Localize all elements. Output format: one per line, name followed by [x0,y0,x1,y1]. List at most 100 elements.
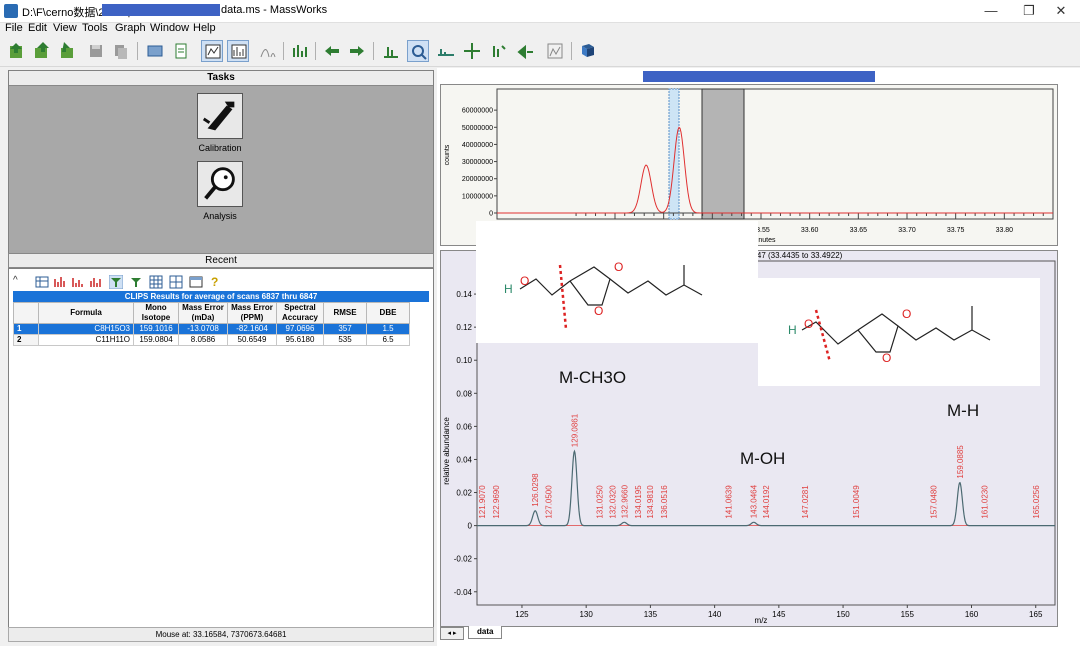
peak-mz-label: 161.0230 [981,485,990,519]
spectrum-compare-icon[interactable] [71,275,85,289]
row-index: 1 [13,323,39,335]
chromatogram-scroll-thumb[interactable] [643,71,875,82]
tab-nav-arrows[interactable]: ◂ ▸ [440,627,464,640]
chrom-x-tick-label: 33.70 [898,227,916,234]
chrom-y-tick-label: 0 [489,211,493,218]
menu-help[interactable]: Help [193,22,216,34]
row-index: 2 [13,334,39,346]
document-icon[interactable] [170,40,192,62]
formula-cell: C11H11O [38,334,134,346]
col-header-rmse[interactable]: RMSE [323,302,367,324]
tab-data[interactable]: data [468,626,503,639]
window-title-suffix: data.ms - MassWorks [221,4,328,16]
molecule-structure-1: H O O O [476,221,758,343]
spectrum-tabs: ◂ ▸ data [440,626,740,640]
zoom-icon[interactable] [407,40,429,62]
mass-error-ppm-cell: -82.1604 [227,323,277,335]
peak-pick-icon[interactable] [380,40,402,62]
spec-x-tick-label: 155 [901,610,915,619]
save-icon[interactable] [85,40,107,62]
help-book-icon[interactable] [577,40,599,62]
window-icon[interactable] [189,275,203,289]
menu-file[interactable]: File [5,22,23,34]
table-header-row: Formula Mono Isotope Mass Error (mDa) Ma… [13,302,410,324]
import-icon[interactable] [31,40,53,62]
view-spectrum-icon[interactable] [227,40,249,62]
col-header-formula[interactable]: Formula [38,302,134,324]
spec-y-tick-label: 0.02 [456,489,472,498]
chrom-x-tick-label: 33.60 [801,227,819,234]
atom-o: O [882,351,891,365]
menu-tools[interactable]: Tools [82,22,108,34]
calibrate-icon[interactable] [289,40,311,62]
analysis-button[interactable] [197,161,243,207]
menu-view[interactable]: View [53,22,77,34]
arrow-right-icon[interactable] [346,40,368,62]
peak-mz-label: 165.0256 [1032,485,1041,519]
table-icon[interactable] [35,275,49,289]
tic-icon[interactable] [544,40,566,62]
calibration-label: Calibration [198,143,242,153]
filter-alt-icon[interactable] [129,275,143,289]
recent-header[interactable]: Recent [8,253,434,268]
spec-y-tick-label: 0.10 [456,356,472,365]
menu-bar: File Edit View Tools Graph Window Help [0,22,1080,36]
crosshair-icon[interactable] [461,40,483,62]
grid-alt-icon[interactable] [169,275,183,289]
menu-window[interactable]: Window [150,22,189,34]
rmse-cell: 535 [323,334,367,346]
export-icon[interactable] [56,40,78,62]
close-button[interactable]: ✕ [1038,0,1080,22]
collapse-icon[interactable]: ^ [13,275,27,289]
shift-icon[interactable] [515,40,537,62]
peak-selection[interactable] [701,88,745,220]
spec-x-tick-label: 150 [836,610,850,619]
col-header-spectral-accuracy[interactable]: Spectral Accuracy [276,302,324,324]
spec-y-tick-label: 0.08 [456,389,472,398]
col-header-mass-error-mda[interactable]: Mass Error (mDa) [178,302,228,324]
analysis-label: Analysis [203,211,237,221]
view-data-icon[interactable] [201,40,223,62]
peak-mz-label: 132.0320 [608,485,617,519]
layers-icon[interactable] [144,40,166,62]
menu-graph[interactable]: Graph [115,22,146,34]
col-header-mono-isotope[interactable]: Mono Isotope [133,302,179,324]
spectrum-overlay-icon[interactable] [89,275,103,289]
peak-mz-label: 122.9690 [492,485,501,519]
table-row[interactable]: 2 C11H11O 159.0804 8.0586 50.6549 95.618… [13,334,410,346]
col-header-index[interactable] [13,302,39,324]
peak-mz-label: 132.9660 [620,484,629,518]
table-row[interactable]: 1 C8H15O3 159.1016 -13.0708 -82.1604 97.… [13,323,410,335]
marker-icon[interactable] [488,40,510,62]
peak-mz-label: 134.9810 [646,485,655,519]
menu-edit[interactable]: Edit [28,22,47,34]
atom-h: H [504,282,513,296]
spec-x-tick-label: 140 [708,610,722,619]
peak-mz-label: 159.0885 [956,445,965,479]
baseline-icon[interactable] [435,40,457,62]
help-icon[interactable]: ? [211,275,225,289]
peak-shape-icon[interactable] [257,40,279,62]
chrom-x-tick-label: 33.75 [947,227,965,234]
spectral-accuracy-cell: 95.6180 [276,334,324,346]
status-bar: Mouse at: 33.16584, 7370673.64681 [8,627,434,642]
spectrum-red-icon[interactable] [53,275,67,289]
spec-y-tick-label: 0 [468,522,473,531]
filter-icon[interactable] [109,275,123,289]
arrow-left-icon[interactable] [321,40,343,62]
atom-o: O [520,274,529,288]
mono-isotope-cell: 159.0804 [133,334,179,346]
calibration-button[interactable] [197,93,243,139]
annotation-m-oh: M-OH [740,449,786,468]
col-header-dbe[interactable]: DBE [366,302,410,324]
open-file-icon[interactable] [6,40,28,62]
background-selection[interactable] [668,88,680,220]
col-header-mass-error-ppm[interactable]: Mass Error (PPM) [227,302,277,324]
tasks-header: Tasks [9,71,433,86]
toolbar [0,36,1080,67]
dbe-cell: 6.5 [366,334,410,346]
peak-mz-label: 141.0639 [724,485,733,519]
copy-icon[interactable] [110,40,132,62]
molecule-diagram: H O O O [788,306,991,365]
grid-icon[interactable] [149,275,163,289]
